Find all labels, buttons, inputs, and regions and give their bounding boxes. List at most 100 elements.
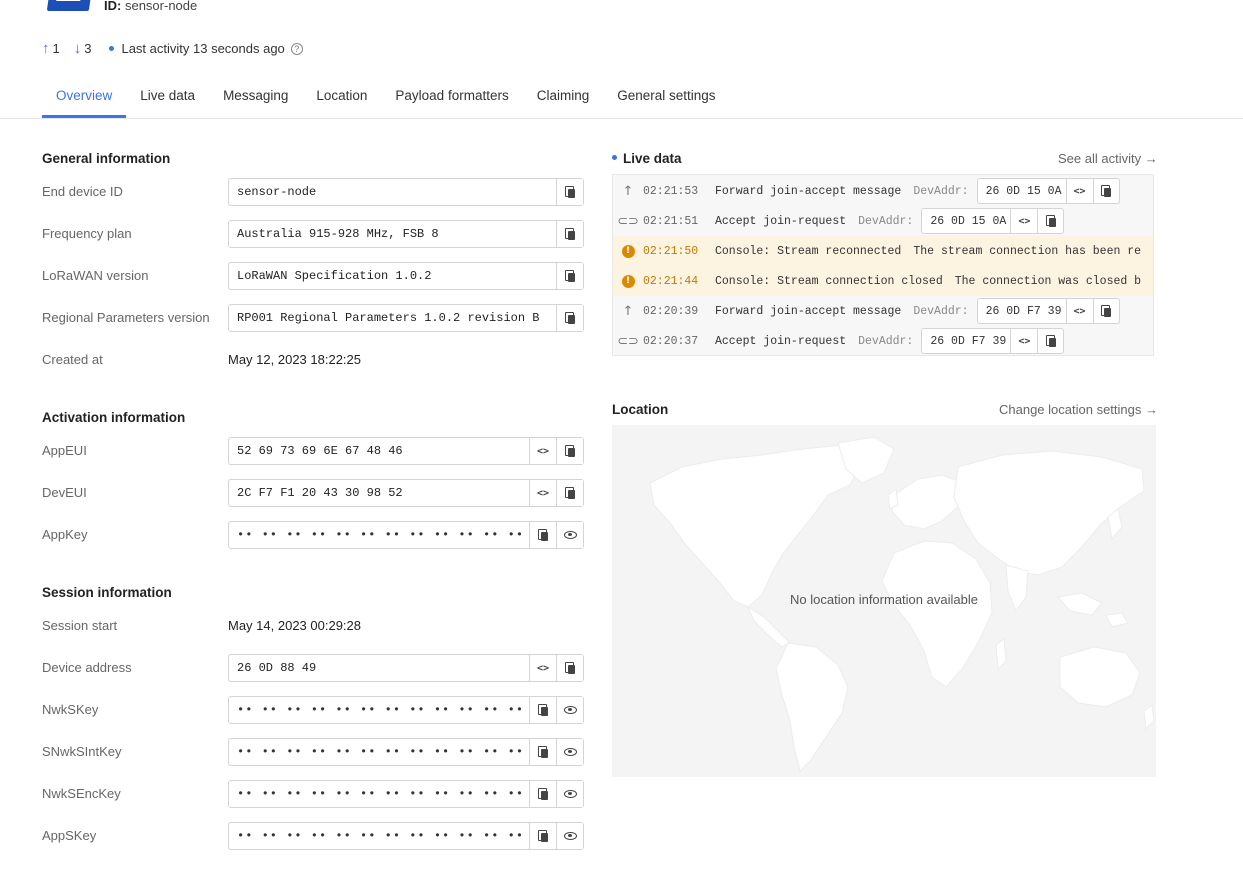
event-time: 02:21:53 <box>643 184 699 198</box>
copy-button[interactable] <box>556 438 583 464</box>
copy-button[interactable] <box>556 655 583 681</box>
eye-icon <box>563 790 577 798</box>
event-row[interactable]: ↑ 02:20:39 Forward join-accept message D… <box>613 296 1153 326</box>
copy-button[interactable] <box>529 522 556 548</box>
code-icon: <> <box>536 487 550 499</box>
tab-live-data[interactable]: Live data <box>126 76 209 118</box>
frequency-plan-value[interactable]: Australia 915-928 MHz, FSB 8 <box>229 221 556 247</box>
lorawan-version-value[interactable]: LoRaWAN Specification 1.0.2 <box>229 263 556 289</box>
copy-icon <box>538 788 548 800</box>
copy-icon <box>565 228 575 240</box>
appskey-label: AppSKey <box>42 828 97 843</box>
copy-button[interactable] <box>529 697 556 723</box>
event-message: Console: Stream connection closed <box>715 274 943 288</box>
uplink-count: 1 <box>52 41 60 56</box>
show-value-button[interactable] <box>556 697 583 723</box>
copy-button[interactable] <box>556 480 583 506</box>
copy-button[interactable] <box>529 823 556 849</box>
event-row[interactable]: ↑ 02:21:53 Forward join-accept message D… <box>613 176 1153 206</box>
session-start-label: Session start <box>42 618 118 633</box>
event-row[interactable]: ! 02:21:50 Console: Stream reconnected T… <box>613 236 1153 266</box>
device-id-line: ID: sensor-node <box>104 0 197 13</box>
event-detail: The connection was closed b <box>954 274 1142 288</box>
appkey-value[interactable]: •• •• •• •• •• •• •• •• •• •• •• •• •• •… <box>229 522 529 548</box>
event-row[interactable]: ⊂⊃ 02:21:51 Accept join-request DevAddr:… <box>613 206 1153 236</box>
copy-button[interactable] <box>1092 179 1119 203</box>
devaddr-value[interactable]: 26 0D F7 39 <box>922 329 1012 353</box>
tab-overview[interactable]: Overview <box>42 76 127 118</box>
toggle-format-button[interactable]: <> <box>529 655 556 681</box>
devaddr-value[interactable]: 26 0D 15 0A <box>922 209 1012 233</box>
copy-button[interactable] <box>556 179 583 205</box>
toggle-format-button[interactable]: <> <box>1011 209 1037 233</box>
device-address-value[interactable]: 26 0D 88 49 <box>229 655 529 681</box>
devaddr-field: 26 0D 15 0A <> <box>976 178 1120 204</box>
deveui-field: 2C F7 F1 20 43 30 98 52 <> <box>228 479 584 507</box>
copy-button[interactable] <box>529 739 556 765</box>
help-icon[interactable]: ? <box>290 42 303 55</box>
created-at-value: May 12, 2023 18:22:25 <box>228 352 361 367</box>
toggle-format-button[interactable]: <> <box>529 438 556 464</box>
nwksenckey-value[interactable]: •• •• •• •• •• •• •• •• •• •• •• •• •• •… <box>229 781 529 807</box>
tab-messaging[interactable]: Messaging <box>209 76 302 118</box>
copy-icon <box>538 704 548 716</box>
location-map[interactable]: No location information available <box>612 425 1156 777</box>
tab-location[interactable]: Location <box>302 76 381 118</box>
copy-icon <box>565 445 575 457</box>
show-value-button[interactable] <box>556 823 583 849</box>
toggle-format-button[interactable]: <> <box>529 480 556 506</box>
regional-params-value[interactable]: RP001 Regional Parameters 1.0.2 revision… <box>229 305 556 331</box>
appeui-value[interactable]: 52 69 73 69 6E 67 48 46 <box>229 438 529 464</box>
devaddr-value[interactable]: 26 0D F7 39 <box>978 299 1067 323</box>
show-value-button[interactable] <box>556 781 583 807</box>
toggle-format-button[interactable]: <> <box>1067 299 1093 323</box>
copy-icon <box>1045 215 1056 227</box>
show-value-button[interactable] <box>556 739 583 765</box>
device-icon <box>46 0 92 11</box>
copy-button[interactable] <box>556 305 583 331</box>
copy-icon <box>565 487 575 499</box>
event-row[interactable]: ⊂⊃ 02:20:37 Accept join-request DevAddr:… <box>613 326 1153 355</box>
copy-icon <box>538 830 548 842</box>
copy-icon <box>565 270 575 282</box>
regional-params-label: Regional Parameters version <box>42 310 210 325</box>
event-time: 02:21:51 <box>643 214 699 228</box>
event-detail: The stream connection has been re <box>913 244 1142 258</box>
device-stats: ↑ 1 ↓ 3 Last activity 13 seconds ago ? <box>42 40 303 57</box>
copy-button[interactable] <box>556 263 583 289</box>
devaddr-label: DevAddr: <box>913 184 969 198</box>
devaddr-value[interactable]: 26 0D 15 0A <box>978 179 1067 203</box>
tab-general-settings[interactable]: General settings <box>603 76 729 118</box>
event-row[interactable]: ! 02:21:44 Console: Stream connection cl… <box>613 266 1153 296</box>
appskey-value[interactable]: •• •• •• •• •• •• •• •• •• •• •• •• •• •… <box>229 823 529 849</box>
code-icon: <> <box>1018 335 1031 347</box>
copy-button[interactable] <box>529 781 556 807</box>
event-time: 02:20:39 <box>643 304 699 318</box>
toggle-format-button[interactable]: <> <box>1011 329 1037 353</box>
copy-icon <box>565 312 575 324</box>
see-all-activity-link[interactable]: See all activity → <box>1058 151 1158 166</box>
change-location-link[interactable]: Change location settings → <box>999 402 1158 417</box>
devaddr-field: 26 0D F7 39 <> <box>976 298 1120 324</box>
tab-claiming[interactable]: Claiming <box>523 76 604 118</box>
tab-payload-formatters[interactable]: Payload formatters <box>381 76 522 118</box>
nwkskey-value[interactable]: •• •• •• •• •• •• •• •• •• •• •• •• •• •… <box>229 697 529 723</box>
event-message: Forward join-accept message <box>715 304 902 318</box>
event-time: 02:21:44 <box>643 274 699 288</box>
warning-icon-wrap: ! <box>613 244 643 258</box>
show-value-button[interactable] <box>556 522 583 548</box>
code-icon: <> <box>1073 305 1086 317</box>
copy-button[interactable] <box>1037 209 1063 233</box>
copy-button[interactable] <box>1037 329 1063 353</box>
toggle-format-button[interactable]: <> <box>1067 179 1093 203</box>
event-message: Console: Stream reconnected <box>715 244 902 258</box>
live-data-list: ↑ 02:21:53 Forward join-accept message D… <box>612 174 1154 356</box>
snwksintkey-value[interactable]: •• •• •• •• •• •• •• •• •• •• •• •• •• •… <box>229 739 529 765</box>
copy-button[interactable] <box>556 221 583 247</box>
deveui-value[interactable]: 2C F7 F1 20 43 30 98 52 <box>229 480 529 506</box>
location-title: Location <box>612 402 669 417</box>
copy-button[interactable] <box>1092 299 1119 323</box>
eye-icon <box>563 706 577 714</box>
live-data-title: Live data <box>623 151 682 166</box>
end-device-id-value[interactable]: sensor-node <box>229 179 556 205</box>
